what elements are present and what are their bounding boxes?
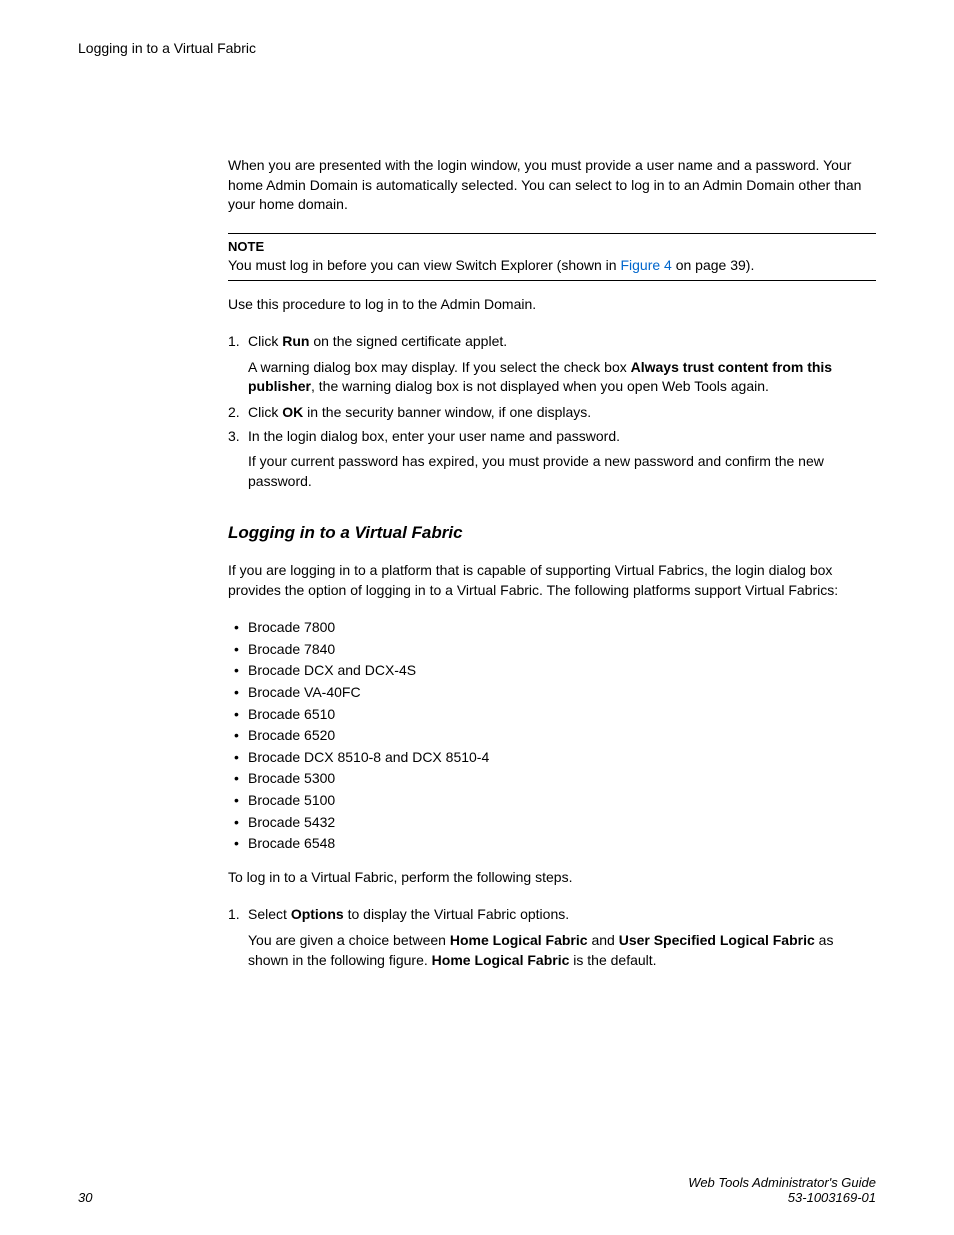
page-footer: 30 Web Tools Administrator's Guide 53-10… [78, 1175, 876, 1205]
platform-item: Brocade 7800 [228, 618, 876, 638]
vf-sub-pre: You are given a choice between [248, 932, 450, 948]
page-header: Logging in to a Virtual Fabric [78, 40, 876, 56]
note-label: NOTE [228, 238, 876, 256]
note-text: You must log in before you can view Swit… [228, 256, 876, 276]
vf-sub-post: is the default. [569, 952, 656, 968]
note-text-before: You must log in before you can view Swit… [228, 257, 620, 273]
step-1-sub-post: , the warning dialog box is not displaye… [311, 378, 769, 394]
vf-step-1-bold: Options [291, 906, 344, 922]
step-2-bold: OK [282, 404, 303, 420]
platform-item: Brocade 7840 [228, 640, 876, 660]
step-1-sub-pre: A warning dialog box may display. If you… [248, 359, 631, 375]
step-2: Click OK in the security banner window, … [228, 403, 876, 423]
step-3-sub: If your current password has expired, yo… [248, 452, 876, 491]
platform-item: Brocade 5100 [228, 791, 876, 811]
platform-item: Brocade 6510 [228, 705, 876, 725]
doc-number: 53-1003169-01 [688, 1190, 876, 1205]
note-box: NOTE You must log in before you can view… [228, 233, 876, 281]
procedure-steps-1: Click Run on the signed certificate appl… [228, 332, 876, 491]
vf-step-1-post: to display the Virtual Fabric options. [344, 906, 569, 922]
use-procedure-text: Use this procedure to log in to the Admi… [228, 295, 876, 315]
procedure-steps-2: Select Options to display the Virtual Fa… [228, 905, 876, 970]
vf-step-1-pre: Select [248, 906, 291, 922]
platform-item: Brocade 5300 [228, 769, 876, 789]
vf-sub-b1: Home Logical Fabric [450, 932, 588, 948]
step-2-pre: Click [248, 404, 282, 420]
step-1-post: on the signed certificate applet. [309, 333, 507, 349]
vf-sub-mid: and [588, 932, 619, 948]
platform-item: Brocade 6520 [228, 726, 876, 746]
note-text-after: on page 39). [672, 257, 755, 273]
step-1-bold: Run [282, 333, 309, 349]
page-number: 30 [78, 1190, 92, 1205]
footer-right: Web Tools Administrator's Guide 53-10031… [688, 1175, 876, 1205]
vf-step-1-sub: You are given a choice between Home Logi… [248, 931, 876, 970]
platform-item: Brocade DCX 8510-8 and DCX 8510-4 [228, 748, 876, 768]
platform-item: Brocade 5432 [228, 813, 876, 833]
vf-step-1: Select Options to display the Virtual Fa… [228, 905, 876, 970]
platforms-list: Brocade 7800 Brocade 7840 Brocade DCX an… [228, 618, 876, 854]
step-1-pre: Click [248, 333, 282, 349]
vf-sub-b3: Home Logical Fabric [432, 952, 570, 968]
vf-login-intro: To log in to a Virtual Fabric, perform t… [228, 868, 876, 888]
step-2-post: in the security banner window, if one di… [303, 404, 591, 420]
step-1-sub: A warning dialog box may display. If you… [248, 358, 876, 397]
platform-item: Brocade 6548 [228, 834, 876, 854]
platform-item: Brocade DCX and DCX-4S [228, 661, 876, 681]
figure-link[interactable]: Figure 4 [620, 257, 671, 273]
platform-item: Brocade VA-40FC [228, 683, 876, 703]
main-content: When you are presented with the login wi… [228, 156, 876, 970]
section-heading: Logging in to a Virtual Fabric [228, 521, 876, 545]
vf-sub-b2: User Specified Logical Fabric [619, 932, 815, 948]
step-3: In the login dialog box, enter your user… [228, 427, 876, 492]
step-1: Click Run on the signed certificate appl… [228, 332, 876, 397]
step-3-text: In the login dialog box, enter your user… [248, 428, 620, 444]
vf-intro: If you are logging in to a platform that… [228, 561, 876, 600]
intro-paragraph: When you are presented with the login wi… [228, 156, 876, 215]
guide-title: Web Tools Administrator's Guide [688, 1175, 876, 1190]
